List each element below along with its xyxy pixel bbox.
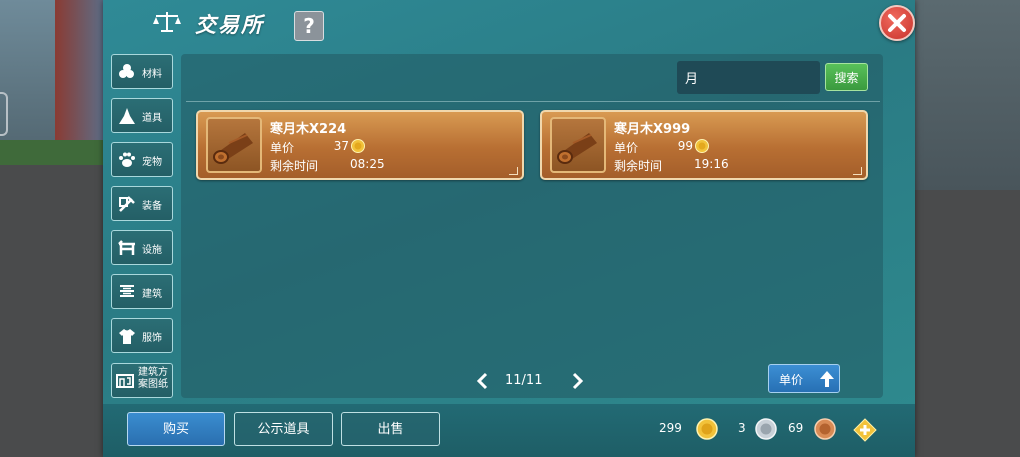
- log-icon: [557, 133, 597, 164]
- sort-by-price-button[interactable]: 单价: [768, 364, 840, 393]
- category-label: 设施: [142, 245, 162, 256]
- page-title: 交易所: [195, 13, 264, 37]
- silver-amount: 3: [738, 421, 746, 435]
- paw-icon: [119, 152, 135, 167]
- page-indicator: 11/11: [505, 373, 543, 388]
- prev-page-icon[interactable]: [476, 372, 490, 390]
- clothing-icon: [119, 329, 135, 344]
- category-label: 装备: [142, 201, 162, 212]
- listing-area: [181, 54, 883, 398]
- building-icon: [120, 285, 134, 297]
- price-label: 单价: [614, 141, 639, 155]
- category-label: 服饰: [142, 333, 162, 344]
- time-left: 19:16: [694, 157, 729, 171]
- category-materials[interactable]: 材料: [111, 54, 173, 89]
- item-thumbnail: [550, 117, 606, 173]
- close-button[interactable]: [879, 5, 915, 41]
- help-button[interactable]: ?: [294, 11, 324, 41]
- background-wall: [910, 0, 1020, 190]
- copper-coin-icon: [814, 418, 836, 440]
- divider: [186, 101, 880, 102]
- public-items-button[interactable]: 公示道具: [234, 412, 333, 446]
- corner-mark: [853, 167, 862, 175]
- silver-coin-icon: [755, 418, 777, 440]
- item-name: 寒月木X224: [270, 122, 347, 137]
- category-label: 建筑方案图纸: [138, 367, 168, 390]
- side-drawer-handle[interactable]: [0, 92, 8, 136]
- category-label: 宠物: [142, 157, 162, 168]
- item-price: 99: [677, 139, 693, 153]
- item-name: 寒月木X999: [614, 122, 691, 137]
- category-clothing[interactable]: 服饰: [111, 318, 173, 353]
- category-blueprints[interactable]: 建筑方案图纸: [111, 363, 173, 398]
- facility-icon: [118, 240, 135, 255]
- listing-card[interactable]: 寒月木X224 单价 37 剩余时间 08:25: [196, 110, 524, 180]
- category-pets[interactable]: 宠物: [111, 142, 173, 177]
- sort-label: 单价: [779, 373, 804, 387]
- search-input[interactable]: 月: [677, 61, 820, 94]
- background-building: [55, 0, 103, 150]
- category-label: 道具: [142, 113, 162, 124]
- close-icon: [888, 14, 906, 32]
- category-buildings[interactable]: 建筑: [111, 274, 173, 309]
- scales-icon: [153, 12, 181, 32]
- category-label: 建筑: [142, 289, 162, 300]
- tool-icon: [119, 108, 135, 124]
- search-button[interactable]: 搜索: [825, 63, 868, 91]
- item-thumbnail: [206, 117, 262, 173]
- add-currency-icon[interactable]: [853, 418, 877, 442]
- listing-card[interactable]: 寒月木X999 单价 99 剩余时间 19:16: [540, 110, 868, 180]
- buy-button[interactable]: 购买: [127, 412, 225, 446]
- title-bar: 交易所 ?: [103, 0, 915, 46]
- gold-amount: 299: [659, 421, 682, 435]
- category-equipment[interactable]: 装备: [111, 186, 173, 221]
- materials-icon: [119, 64, 134, 78]
- corner-mark: [509, 167, 518, 175]
- copper-amount: 69: [788, 421, 804, 435]
- category-tools[interactable]: 道具: [111, 98, 173, 133]
- blueprint-icon: [116, 374, 134, 388]
- sort-arrow-icon: [820, 371, 834, 387]
- category-facilities[interactable]: 设施: [111, 230, 173, 265]
- equipment-icon: [119, 196, 135, 212]
- time-left: 08:25: [350, 157, 385, 171]
- time-left-label: 剩余时间: [614, 159, 663, 173]
- item-price: 37: [333, 139, 349, 153]
- log-icon: [213, 133, 253, 164]
- category-label: 材料: [142, 69, 162, 80]
- gold-coin-icon: [351, 139, 365, 153]
- next-page-icon[interactable]: [570, 372, 584, 390]
- gold-coin-icon: [695, 139, 709, 153]
- sell-button[interactable]: 出售: [341, 412, 440, 446]
- gold-coin-icon: [696, 418, 718, 440]
- time-left-label: 剩余时间: [270, 159, 319, 173]
- price-label: 单价: [270, 141, 295, 155]
